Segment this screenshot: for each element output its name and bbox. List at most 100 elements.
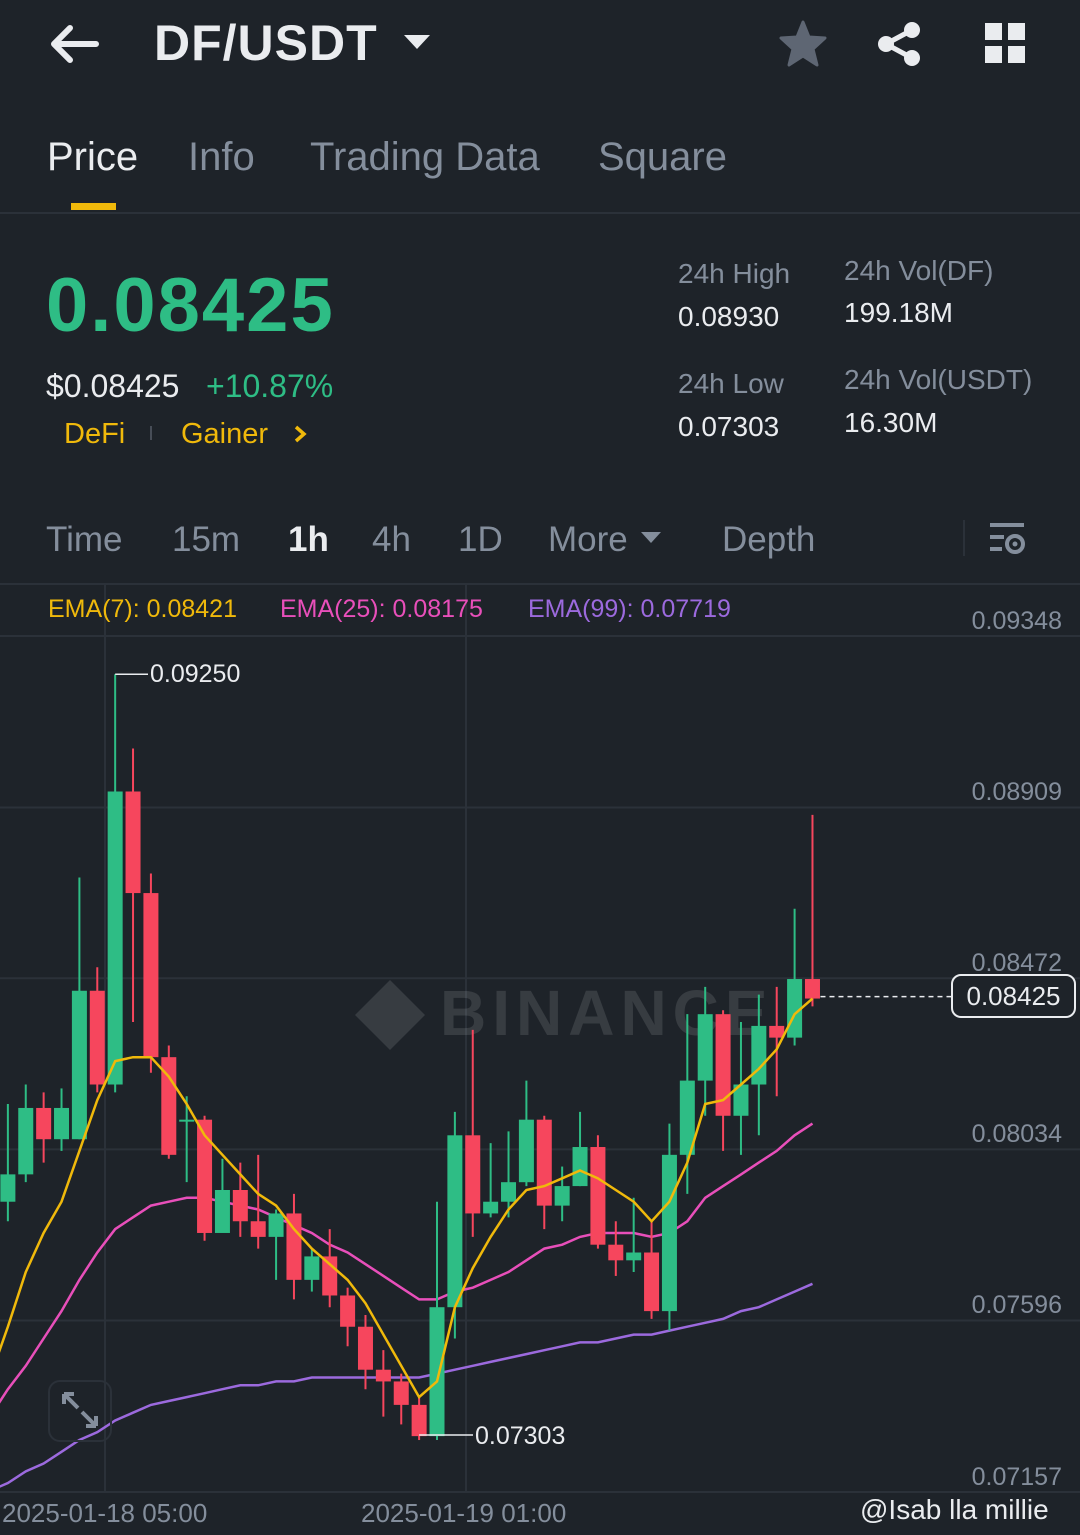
interval-1h[interactable]: 1h (288, 520, 329, 560)
chart-settings-icon (990, 523, 1025, 554)
y-axis-tick: 0.07596 (971, 1291, 1062, 1319)
candle-body (751, 1025, 767, 1085)
chevron-right-icon (294, 425, 307, 443)
vol-base-label: 24h Vol(DF) (844, 255, 994, 286)
back-button[interactable] (48, 20, 104, 68)
ema7-legend: EMA(7): 0.08421 (48, 595, 237, 623)
tag-separator (150, 426, 152, 440)
y-axis-tick: 0.09348 (971, 607, 1062, 635)
candle-body (107, 791, 123, 1085)
arrow-left-icon (51, 25, 99, 63)
candle-body (18, 1107, 34, 1175)
chart-settings-button[interactable] (988, 520, 1028, 563)
candle-body (501, 1182, 517, 1202)
caret-down-icon (404, 35, 430, 49)
candle-body (0, 1174, 16, 1202)
candle-body (322, 1256, 338, 1296)
tab-price[interactable]: Price (47, 135, 138, 180)
candle-body (447, 1135, 463, 1308)
candle-body (804, 979, 820, 999)
high-label: 24h High (678, 258, 791, 289)
change-percent: +10.87% (206, 368, 334, 404)
candle-body (536, 1119, 552, 1206)
ema25-legend: EMA(25): 0.08175 (280, 595, 483, 623)
tab-trading-data[interactable]: Trading Data (310, 135, 540, 180)
interval-1d[interactable]: 1D (458, 520, 503, 560)
candle-body (214, 1189, 230, 1233)
interval-4h[interactable]: 4h (372, 520, 411, 560)
candle-body (143, 893, 159, 1058)
high-value: 0.08930 (678, 301, 780, 332)
tag-gainer-chevron[interactable] (292, 424, 308, 449)
candle-body (36, 1107, 52, 1140)
layout-menu-button[interactable] (982, 20, 1028, 71)
low-label: 24h Low (678, 368, 784, 399)
candle-body (340, 1295, 356, 1327)
candle-body (304, 1256, 320, 1280)
usd-price: $0.08425 (46, 368, 180, 404)
ema7-line (0, 997, 814, 1400)
candle-body (375, 1369, 391, 1382)
candle-body (125, 791, 141, 894)
candle-body (393, 1381, 409, 1405)
grid-icon (985, 23, 1025, 63)
vol-base-value: 199.18M (844, 297, 953, 328)
candle-body (769, 1025, 785, 1038)
candle-body (644, 1252, 660, 1312)
caret-down-icon (641, 532, 661, 543)
high-marker-label: 0.09250 (150, 660, 241, 688)
candle-body (357, 1326, 373, 1370)
y-axis-tick: 0.07157 (971, 1463, 1062, 1491)
candle-body (483, 1201, 499, 1214)
pair-dropdown[interactable] (402, 32, 432, 57)
interval-15m[interactable]: 15m (172, 520, 240, 560)
tag-defi[interactable]: DeFi (64, 418, 125, 451)
favorite-button[interactable] (778, 20, 828, 73)
candle-body (250, 1221, 266, 1237)
vol-quote-label: 24h Vol(USDT) (844, 364, 1033, 395)
candle-body (590, 1147, 606, 1245)
interval-more[interactable]: More (548, 520, 628, 560)
star-icon (779, 20, 827, 67)
low-marker-label: 0.07303 (475, 1422, 566, 1450)
share-button[interactable] (874, 20, 924, 73)
y-axis-tick: 0.08034 (971, 1120, 1062, 1148)
interval-depth[interactable]: Depth (722, 520, 815, 560)
fullscreen-button[interactable] (48, 1380, 112, 1442)
share-icon (878, 22, 920, 66)
candle-body (465, 1135, 481, 1214)
low-value: 0.07303 (678, 411, 780, 442)
expand-icon (62, 1392, 98, 1428)
candle-body (572, 1147, 588, 1187)
candle-body (554, 1186, 570, 1206)
candle-body (626, 1252, 642, 1261)
more-dropdown[interactable] (640, 530, 662, 549)
ema99-legend: EMA(99): 0.07719 (528, 595, 731, 623)
candle-body (697, 1014, 713, 1081)
candle-body (179, 1119, 195, 1122)
vol-quote-value: 16.30M (844, 407, 938, 438)
candle-body (429, 1307, 445, 1437)
user-watermark: @Isab lla millie (860, 1494, 1049, 1525)
candle-body (54, 1107, 70, 1140)
x-axis-label: 2025-01-18 05:00 (2, 1498, 208, 1528)
last-price: 0.08425 (46, 263, 335, 348)
current-price-label: 0.08425 (951, 974, 1076, 1018)
x-axis-label: 2025-01-19 01:00 (361, 1498, 567, 1528)
candle-body (518, 1119, 534, 1183)
tab-square[interactable]: Square (598, 135, 727, 180)
candle-body (411, 1404, 427, 1437)
tag-gainer[interactable]: Gainer (181, 418, 268, 451)
active-tab-indicator (71, 203, 116, 210)
interval-time[interactable]: Time (46, 520, 122, 560)
candle-body (608, 1244, 624, 1261)
interval-separator (963, 520, 965, 556)
divider (0, 212, 1080, 214)
candlestick-chart[interactable]: BINANCE (0, 585, 1080, 1535)
candle-body (232, 1189, 248, 1222)
candle-body (71, 990, 87, 1140)
candle-body (89, 990, 105, 1085)
tab-info[interactable]: Info (188, 135, 255, 180)
pair-title[interactable]: DF/USDT (154, 14, 378, 72)
candle-body (661, 1154, 677, 1312)
